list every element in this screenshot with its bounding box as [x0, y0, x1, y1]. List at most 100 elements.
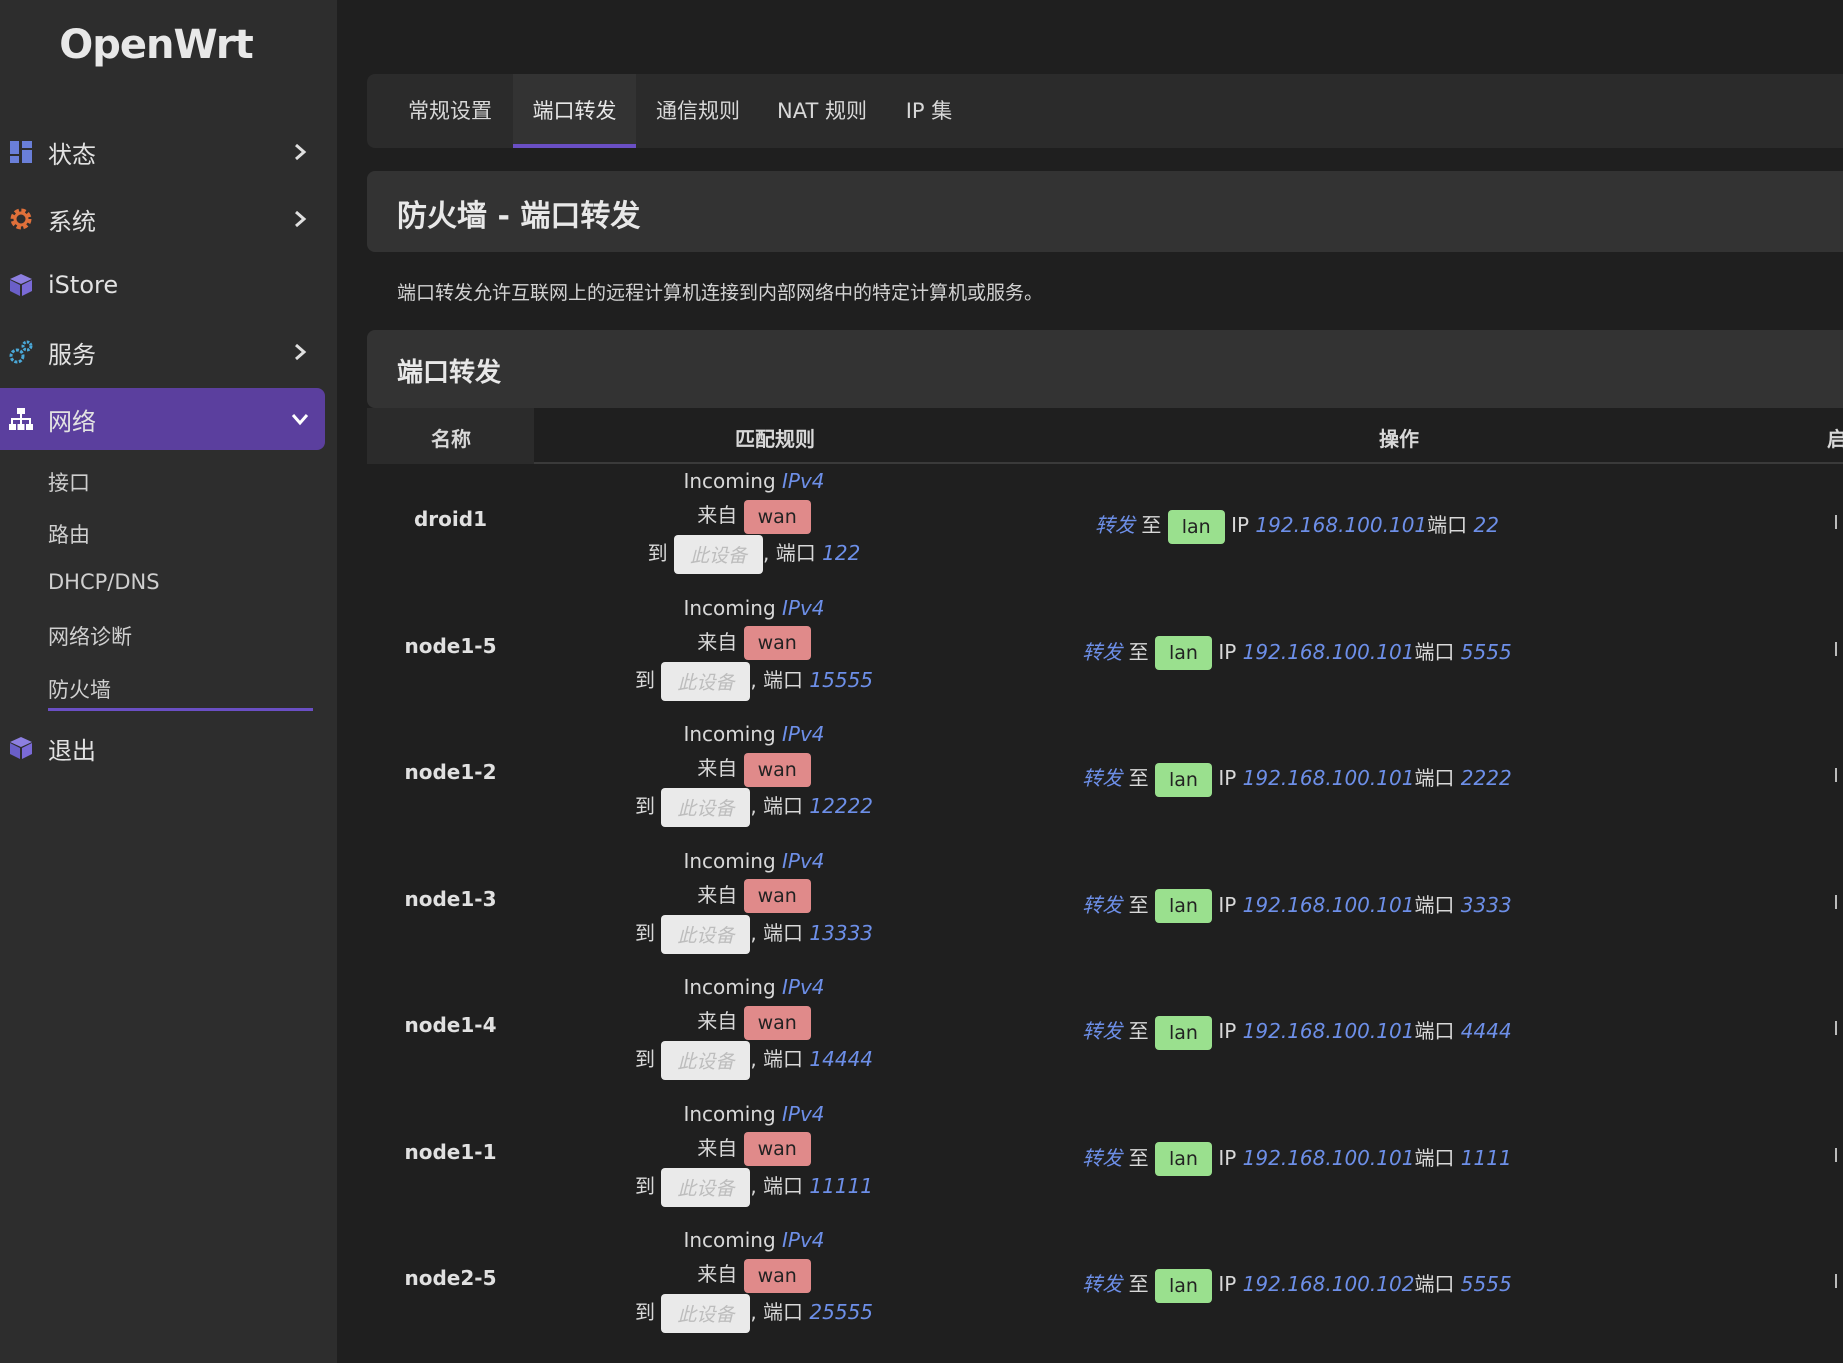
forward-label: 转发: [1082, 1019, 1123, 1043]
source-zone-badge: wan: [743, 1132, 811, 1166]
internal-ip-value: 192.168.100.101: [1242, 892, 1415, 917]
internal-ip-value: 192.168.100.101: [1242, 639, 1415, 664]
incoming-label: Incoming: [683, 975, 776, 999]
gear-icon: [8, 206, 34, 232]
tab-traffic-rules[interactable]: 通信规则: [636, 74, 760, 148]
chevron-right-icon: [290, 209, 310, 229]
sidebar-sub-item-dhcp-dns[interactable]: DHCP/DNS: [48, 570, 160, 594]
dest-device-badge: 此设备: [661, 1041, 751, 1080]
gears-icon: [8, 339, 34, 365]
rule-name[interactable]: node1-5: [367, 634, 534, 658]
nav-item-system[interactable]: 系统: [0, 188, 325, 250]
port-label: , 端口: [750, 794, 804, 818]
tab-port-forwards[interactable]: 端口转发: [513, 74, 636, 148]
section-title: 端口转发: [397, 358, 502, 388]
external-port-value: 14444: [809, 1047, 874, 1071]
sidebar-sub-item-firewall[interactable]: 防火墙: [48, 674, 111, 704]
internal-port-value: 1111: [1460, 1145, 1512, 1170]
source-zone-badge: wan: [743, 1258, 811, 1293]
rule-name[interactable]: node2-5: [367, 1266, 534, 1290]
enable-checkbox-partial[interactable]: [1835, 641, 1843, 656]
dest-zone-badge: lan: [1155, 1268, 1212, 1303]
to-zone-label: 至: [1128, 1272, 1149, 1296]
rule-name[interactable]: node1-3: [367, 887, 534, 911]
port-label: , 端口: [750, 1047, 804, 1071]
sitemap-icon: [8, 406, 34, 432]
ip-label: IP: [1218, 892, 1237, 917]
internal-ip-value: 192.168.100.102: [1242, 1272, 1415, 1296]
family-value: IPv4: [782, 469, 825, 493]
port-label: 端口: [1414, 639, 1455, 664]
tab-general[interactable]: 常规设置: [389, 74, 511, 148]
rule-name[interactable]: node1-2: [367, 760, 534, 784]
dest-device-badge: 此设备: [661, 788, 751, 827]
internal-port-value: 2222: [1460, 766, 1512, 790]
nav-item-logout[interactable]: 退出: [0, 717, 325, 779]
incoming-label: Incoming: [683, 722, 776, 746]
enable-checkbox-partial[interactable]: [1835, 894, 1843, 909]
sidebar-sub-item-interfaces[interactable]: 接口: [48, 467, 90, 497]
table-row: node1-1 Incoming IPv4 来自 wan 到 此设备, 端口 1111…: [367, 1098, 1843, 1225]
enable-checkbox-partial[interactable]: [1835, 1147, 1843, 1162]
forward-label: 转发: [1082, 1145, 1123, 1170]
match-line-source: 来自 wan: [594, 752, 914, 787]
dashboard-icon: [8, 139, 34, 165]
enable-checkbox-partial[interactable]: [1835, 1274, 1843, 1288]
rule-name[interactable]: node1-1: [367, 1140, 534, 1164]
dest-device-badge: 此设备: [661, 661, 751, 701]
openwrt-logo[interactable]: OpenWrt: [0, 22, 312, 68]
from-label: 来自: [697, 1262, 738, 1286]
rule-name[interactable]: node1-4: [367, 1013, 534, 1037]
to-label: 到: [634, 1047, 655, 1071]
nav-item-services[interactable]: 服务: [0, 321, 325, 383]
to-label: 到: [634, 1173, 655, 1198]
enable-checkbox-partial[interactable]: [1835, 1021, 1843, 1035]
family-value: IPv4: [782, 1101, 825, 1126]
to-label: 到: [634, 794, 655, 818]
dest-device-badge: 此设备: [674, 535, 764, 574]
nav-label-services: 服务: [48, 340, 96, 369]
forward-label: 转发: [1082, 1272, 1123, 1296]
cube-icon: [8, 272, 34, 298]
column-header-enable: 启: [1827, 427, 1843, 451]
nav-label-logout: 退出: [48, 736, 96, 765]
chevron-down-icon: [290, 409, 310, 429]
rule-name[interactable]: droid1: [367, 507, 534, 531]
match-line-incoming: Incoming IPv4: [594, 975, 914, 999]
match-line-destination: 到 此设备, 端口 13333: [594, 914, 914, 954]
sidebar: OpenWrt 状态 系统 iStore 服务 网络 接口 路由 DHCP/DN…: [0, 0, 337, 1363]
ip-label: IP: [1218, 1019, 1237, 1043]
family-value: IPv4: [782, 595, 825, 620]
match-line-source: 来自 wan: [594, 626, 914, 660]
incoming-label: Incoming: [683, 1228, 776, 1252]
nav-item-network[interactable]: 网络: [0, 388, 325, 450]
from-label: 来自: [697, 629, 738, 654]
action-cell: 转发 至 lan IP 192.168.100.101端口 4444: [927, 1015, 1667, 1050]
sidebar-sub-item-diagnostics[interactable]: 网络诊断: [48, 621, 132, 651]
match-line-destination: 到 此设备, 端口 11111: [594, 1167, 914, 1207]
source-zone-badge: wan: [743, 499, 811, 534]
action-cell: 转发 至 lan IP 192.168.100.101端口 22: [927, 509, 1667, 544]
match-line-incoming: Incoming IPv4: [594, 849, 914, 873]
match-line-incoming: Incoming IPv4: [594, 1228, 914, 1252]
enable-checkbox-partial[interactable]: [1835, 515, 1843, 529]
port-label: 端口: [1414, 1272, 1455, 1296]
match-line-incoming: Incoming IPv4: [594, 469, 914, 493]
section-header: 端口转发: [367, 330, 1843, 408]
port-label: , 端口: [750, 667, 804, 692]
from-label: 来自: [697, 882, 738, 907]
sidebar-sub-item-routes[interactable]: 路由: [48, 519, 90, 549]
incoming-label: Incoming: [683, 848, 776, 873]
forward-label: 转发: [1082, 639, 1123, 664]
tab-nat-rules[interactable]: NAT 规则: [760, 74, 884, 148]
dest-zone-badge: lan: [1155, 889, 1212, 923]
page-description: 端口转发允许互联网上的远程计算机连接到内部网络中的特定计算机或服务。: [397, 282, 1044, 304]
to-zone-label: 至: [1128, 766, 1149, 790]
tab-ipsets[interactable]: IP 集: [884, 74, 974, 148]
table-row: node1-5 Incoming IPv4 来自 wan 到 此设备, 端口 1555…: [367, 592, 1843, 719]
nav-item-istore[interactable]: iStore: [0, 254, 325, 316]
external-port-value: 25555: [809, 1300, 874, 1324]
nav-item-status[interactable]: 状态: [0, 121, 325, 183]
dest-device-badge: 此设备: [661, 1167, 751, 1207]
enable-checkbox-partial[interactable]: [1835, 768, 1843, 782]
